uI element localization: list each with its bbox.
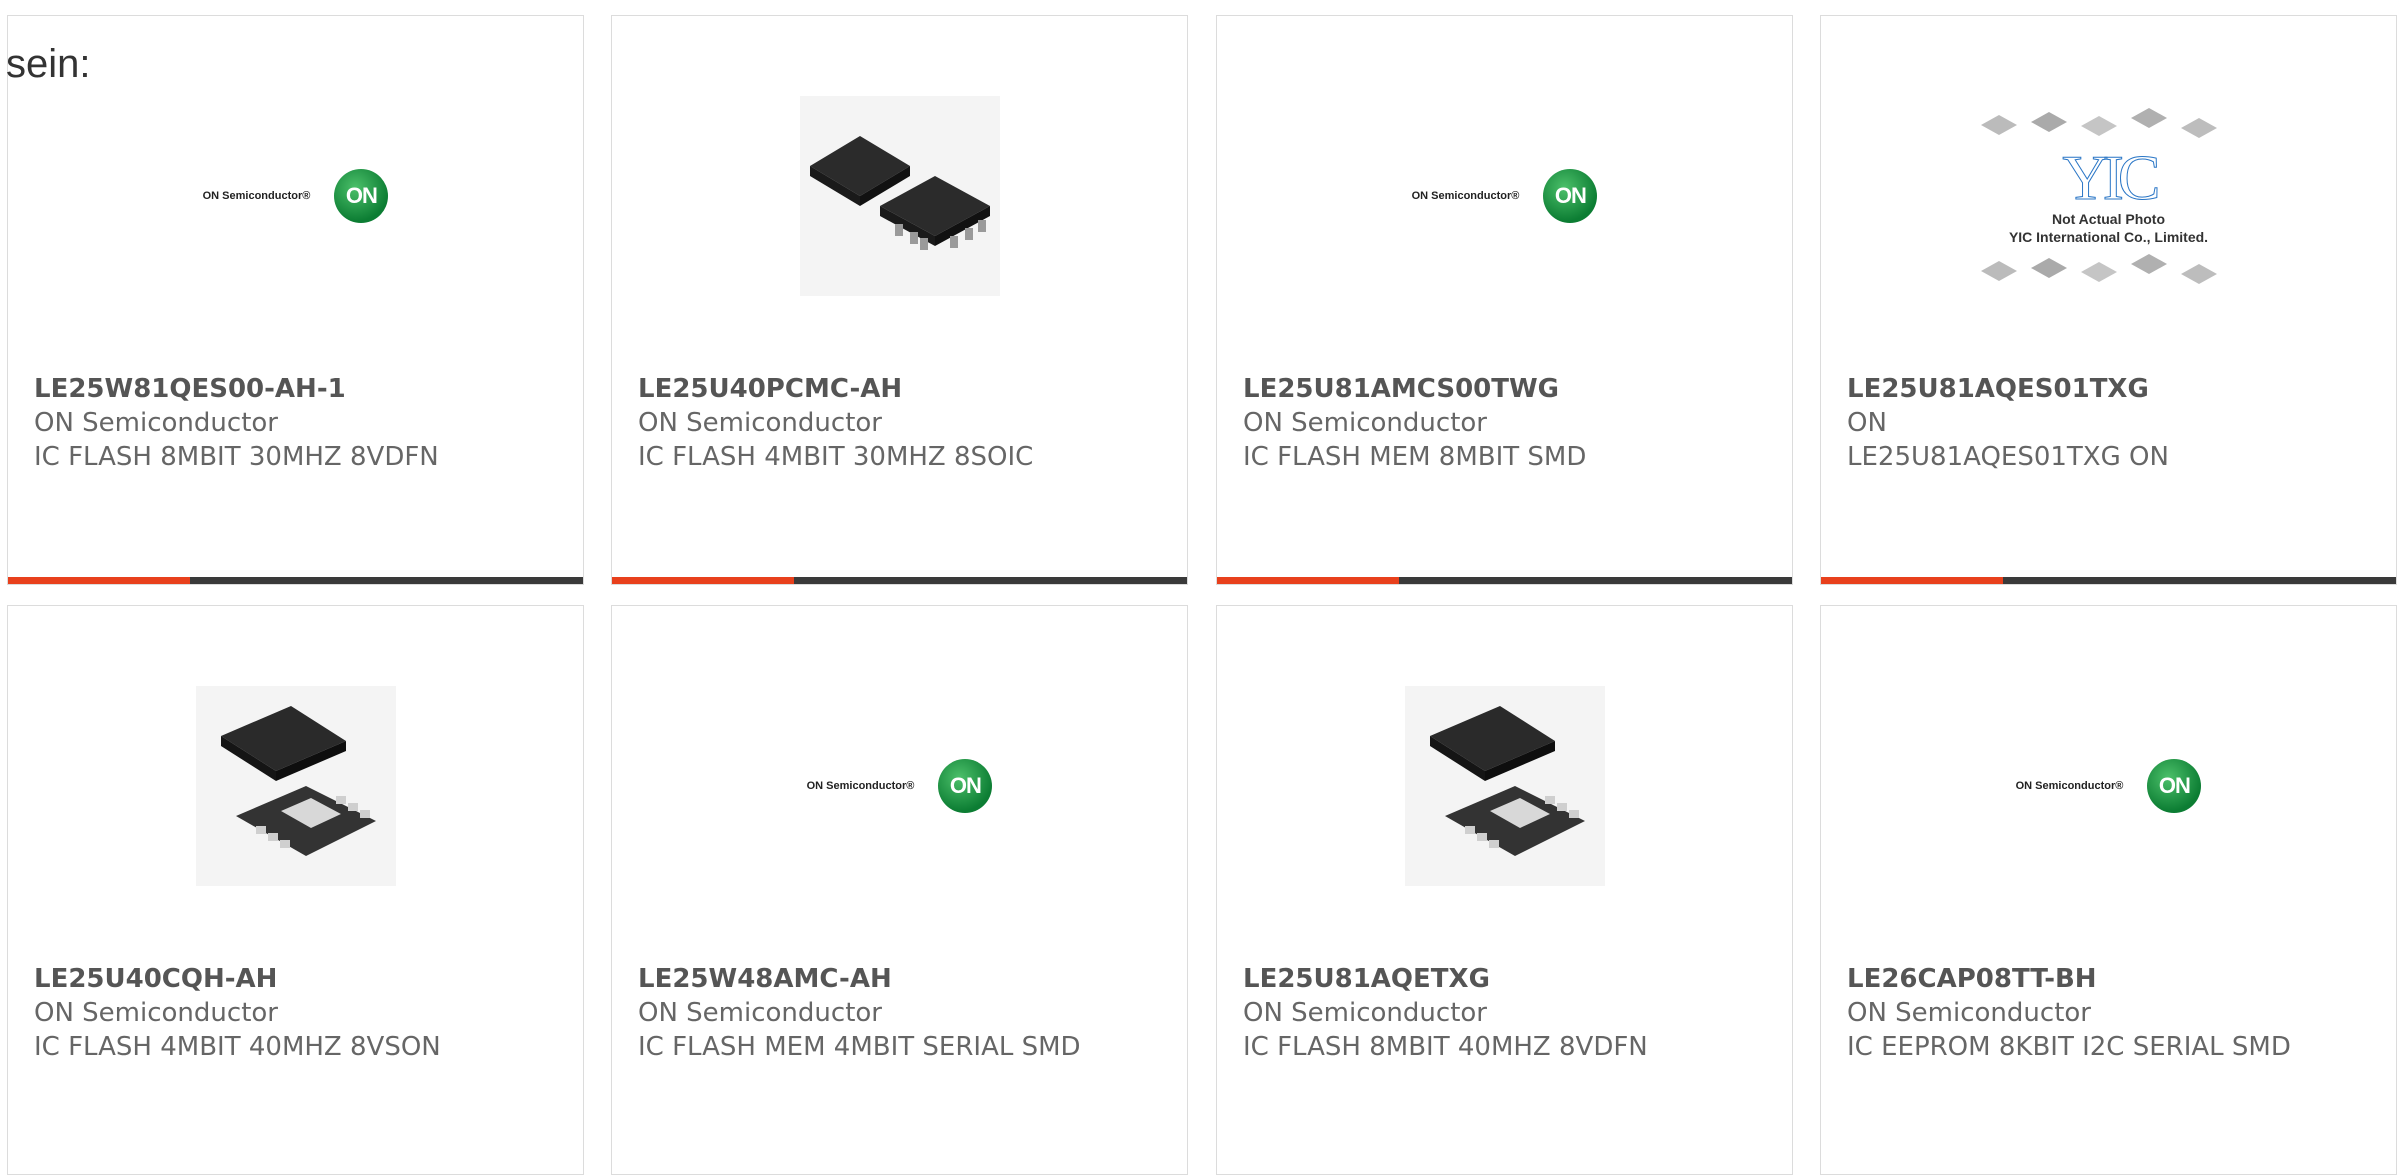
on-logo-text: ON Semiconductor®	[202, 190, 311, 202]
product-manufacturer: ON Semiconductor	[1847, 998, 2091, 1028]
on-logo-text: ON Semiconductor®	[806, 780, 915, 792]
product-manufacturer: ON Semiconductor	[34, 408, 278, 438]
on-logo-badge: ON	[334, 169, 389, 223]
product-info: LE25U81AMCS00TWG ON Semiconductor IC FLASH…	[1243, 372, 1742, 474]
product-info: LE25W81QES00-AH-1 ON Semiconductor IC FLAS…	[34, 372, 533, 474]
on-semiconductor-logo: ON Semiconductor® ON	[2016, 759, 2202, 813]
component-shapes-icon	[1980, 108, 2217, 138]
product-part-number[interactable]: LE25U81AQETXG	[1243, 962, 1742, 996]
yic-placeholder-image: YIC Not Actual Photo YIC International Co.…	[1979, 100, 2239, 292]
product-info: LE25U81AQES01TXG ON LE25U81AQES01TXG ON	[1847, 372, 2346, 474]
yic-caption-line2: YIC International Co., Limited.	[2008, 229, 2209, 245]
product-image[interactable]: ON Semiconductor® ON	[1821, 676, 2396, 896]
product-part-number[interactable]: LE25U81AMCS00TWG	[1243, 372, 1742, 406]
card-accent-bar	[8, 577, 583, 584]
product-description: IC FLASH 4MBIT 40MHZ 8VSON	[34, 1032, 441, 1062]
product-image[interactable]	[8, 676, 583, 896]
product-description: IC FLASH 8MBIT 40MHZ 8VDFN	[1243, 1032, 1648, 1062]
product-image[interactable]: ON Semiconductor® ON	[612, 676, 1187, 896]
product-card[interactable]: ON Semiconductor® ON LE25W81QES00-AH-1 ON S…	[7, 15, 584, 585]
product-manufacturer: ON Semiconductor	[34, 998, 278, 1028]
product-manufacturer: ON Semiconductor	[1243, 998, 1487, 1028]
product-description: IC FLASH 4MBIT 30MHZ 8SOIC	[638, 442, 1034, 472]
product-card[interactable]: ON Semiconductor® ON LE25W48AMC-AH ON Semic…	[611, 605, 1188, 1175]
card-accent-highlight	[612, 577, 794, 584]
product-part-number[interactable]: LE25U40CQH-AH	[34, 962, 533, 996]
product-info: LE25U81AQETXG ON Semiconductor IC FLASH 8M…	[1243, 962, 1742, 1064]
on-logo-text: ON Semiconductor®	[2015, 780, 2124, 792]
product-manufacturer: ON Semiconductor	[638, 408, 882, 438]
card-accent-bar	[1217, 577, 1792, 584]
component-shapes-icon	[1980, 254, 2217, 284]
product-description: IC FLASH MEM 8MBIT SMD	[1243, 442, 1587, 472]
yic-caption-line1: Not Actual Photo	[2051, 211, 2166, 227]
product-part-number[interactable]: LE25U81AQES01TXG	[1847, 372, 2346, 406]
product-info: LE25U40CQH-AH ON Semiconductor IC FLASH 4M…	[34, 962, 533, 1064]
on-semiconductor-logo: ON Semiconductor® ON	[1412, 169, 1598, 223]
intro-text: sein:	[6, 42, 91, 86]
product-info: LE26CAP08TT-BH ON Semiconductor IC EEPROM …	[1847, 962, 2346, 1064]
card-accent-bar	[612, 577, 1187, 584]
yic-mark: YIC	[2062, 142, 2161, 213]
product-description: IC EEPROM 8KBIT I2C SERIAL SMD	[1847, 1032, 2291, 1062]
product-card[interactable]: ON Semiconductor® ON LE26CAP08TT-BH ON Semi…	[1820, 605, 2397, 1175]
vson-chip-photo	[195, 686, 396, 886]
on-semiconductor-logo: ON Semiconductor® ON	[203, 169, 389, 223]
vson-chip-photo	[1404, 686, 1605, 886]
on-semiconductor-logo: ON Semiconductor® ON	[807, 759, 993, 813]
product-part-number[interactable]: LE26CAP08TT-BH	[1847, 962, 2346, 996]
product-part-number[interactable]: LE25W81QES00-AH-1	[34, 372, 533, 406]
on-logo-badge: ON	[938, 759, 993, 813]
product-info: LE25U40PCMC-AH ON Semiconductor IC FLASH 4…	[638, 372, 1137, 474]
product-image[interactable]	[612, 86, 1187, 306]
product-image[interactable]	[1217, 676, 1792, 896]
product-card[interactable]: YIC Not Actual Photo YIC International Co.…	[1820, 15, 2397, 585]
product-card[interactable]: LE25U40PCMC-AH ON Semiconductor IC FLASH 4…	[611, 15, 1188, 585]
on-logo-badge: ON	[2147, 759, 2202, 813]
card-accent-bar	[1821, 577, 2396, 584]
card-accent-highlight	[1217, 577, 1399, 584]
product-card[interactable]: LE25U81AQETXG ON Semiconductor IC FLASH 8M…	[1216, 605, 1793, 1175]
product-description: IC FLASH MEM 4MBIT SERIAL SMD	[638, 1032, 1081, 1062]
product-card[interactable]: ON Semiconductor® ON LE25U81AMCS00TWG ON Se…	[1216, 15, 1793, 585]
soic-chip-photo	[799, 96, 1000, 296]
on-logo-badge: ON	[1543, 169, 1598, 223]
product-manufacturer: ON Semiconductor	[1243, 408, 1487, 438]
product-manufacturer: ON	[1847, 408, 1887, 438]
product-part-number[interactable]: LE25U40PCMC-AH	[638, 372, 1137, 406]
product-image[interactable]: ON Semiconductor® ON	[8, 86, 583, 306]
product-description: IC FLASH 8MBIT 30MHZ 8VDFN	[34, 442, 439, 472]
product-card[interactable]: LE25U40CQH-AH ON Semiconductor IC FLASH 4M…	[7, 605, 584, 1175]
product-image[interactable]: YIC Not Actual Photo YIC International Co.…	[1821, 86, 2396, 306]
card-accent-highlight	[8, 577, 190, 584]
product-manufacturer: ON Semiconductor	[638, 998, 882, 1028]
product-image[interactable]: ON Semiconductor® ON	[1217, 86, 1792, 306]
product-part-number[interactable]: LE25W48AMC-AH	[638, 962, 1137, 996]
on-logo-text: ON Semiconductor®	[1411, 190, 1520, 202]
card-accent-highlight	[1821, 577, 2003, 584]
product-description: LE25U81AQES01TXG ON	[1847, 442, 2169, 472]
product-info: LE25W48AMC-AH ON Semiconductor IC FLASH ME…	[638, 962, 1137, 1064]
